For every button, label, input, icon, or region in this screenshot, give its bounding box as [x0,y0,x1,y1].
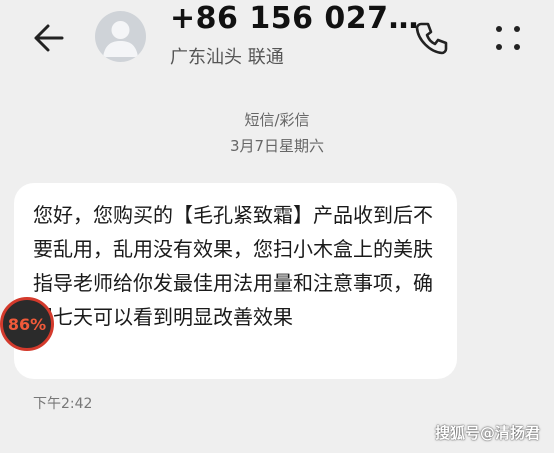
percentage-badge: 86% [0,297,54,351]
default-avatar-icon [103,21,138,57]
percentage-badge-text: 86% [7,314,47,334]
message-type-label: 短信/彩信 [244,111,310,129]
message-timestamp: 下午2:42 [33,396,93,412]
phone-icon [415,22,448,55]
contact-location: 广东汕头 联通 [170,47,284,68]
arrow-left-icon [34,24,64,52]
date-separator: 3月7日星期六 [229,137,325,155]
conversation-header: +86 156 027… 广东汕头 联通 [0,0,554,90]
message-bubble[interactable]: 您好，您购买的【毛孔紧致霜】产品收到后不要乱用，乱用没有效果，您扫小木盒上的美肤… [14,183,457,379]
contact-avatar[interactable] [95,11,146,62]
more-vertical-icon [496,26,520,50]
more-options-button[interactable] [486,16,530,60]
contact-number: +86 156 027… [170,1,420,36]
back-button[interactable] [28,18,72,58]
message-text: 您好，您购买的【毛孔紧致霜】产品收到后不要乱用，乱用没有效果，您扫小木盒上的美肤… [33,203,433,329]
watermark: 搜狐号@清扬君 [434,424,540,442]
call-button[interactable] [412,18,452,58]
